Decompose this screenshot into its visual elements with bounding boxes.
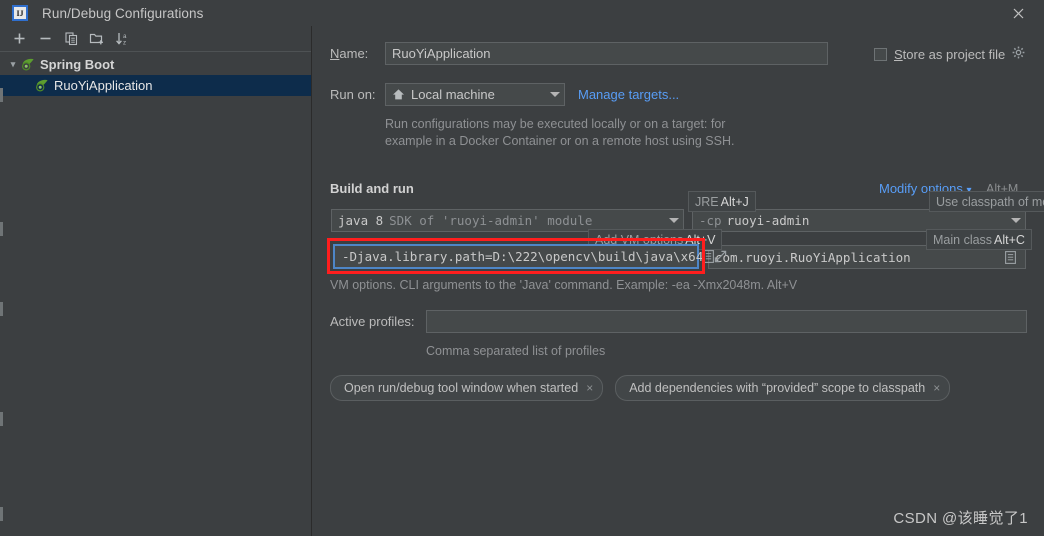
new-folder-button[interactable] xyxy=(84,28,110,50)
jre-value: java 8 xyxy=(338,213,384,228)
scrollbar-tick xyxy=(0,88,3,102)
tooltip-jre-label: JRE xyxy=(695,194,719,209)
sort-az-icon: a z xyxy=(115,33,127,46)
vm-options-list-icon[interactable] xyxy=(703,247,715,266)
spring-boot-icon xyxy=(20,58,36,72)
vm-options-expand-icon[interactable] xyxy=(714,247,727,266)
spring-leaf-glyph xyxy=(36,79,48,91)
run-on-value: Local machine xyxy=(411,87,495,102)
tooltip-use-classpath-label: Use classpath of module xyxy=(936,194,1044,209)
document-list-glyph xyxy=(1005,250,1016,264)
vm-options-hint: VM options. CLI arguments to the 'Java' … xyxy=(330,278,798,292)
configurations-sidebar: a z ▾ Spring Boot RuoYiApplication xyxy=(0,26,312,536)
copy-configuration-button[interactable] xyxy=(58,28,84,50)
name-input-value: RuoYiApplication xyxy=(392,46,491,61)
chip-label: Open run/debug tool window when started xyxy=(344,381,579,395)
document-list-glyph xyxy=(703,250,715,263)
tree-group-spring-boot[interactable]: ▾ Spring Boot xyxy=(0,54,311,75)
sidebar-scrollbar[interactable] xyxy=(0,52,3,536)
name-row: Name: xyxy=(330,46,368,61)
chip-label: Add dependencies with “provided” scope t… xyxy=(629,381,926,395)
store-as-project-file-label: Store as project file xyxy=(894,46,1006,62)
intellij-logo-icon: IJ xyxy=(12,5,28,21)
chevron-down-icon[interactable] xyxy=(550,92,560,97)
active-profiles-row: Active profiles: xyxy=(330,314,415,329)
tree-item-label: RuoYiApplication xyxy=(54,78,153,93)
tooltip-main-class-shortcut: Alt+C xyxy=(994,232,1025,247)
main-class-browse-icon[interactable] xyxy=(1002,248,1019,267)
chip-open-run-debug-tool-window[interactable]: Open run/debug tool window when started … xyxy=(330,375,604,401)
vm-options-value: -Djava.library.path=D:\222\opencv\build\… xyxy=(342,249,704,264)
scrollbar-tick xyxy=(0,222,3,236)
active-profiles-input[interactable] xyxy=(426,310,1027,333)
name-label: Name: xyxy=(330,46,369,61)
home-glyph xyxy=(393,89,404,100)
tooltip-jre: JRE Alt+J xyxy=(688,191,756,212)
chevron-down-icon[interactable] xyxy=(669,218,679,223)
add-configuration-button[interactable] xyxy=(6,28,32,50)
copy-icon xyxy=(64,32,77,46)
manage-targets-link[interactable]: Manage targets... xyxy=(578,87,679,102)
scrollbar-tick xyxy=(0,507,3,521)
main-class-value: com.ruoyi.RuoYiApplication xyxy=(715,249,911,265)
tree-group-label: Spring Boot xyxy=(40,57,115,72)
title-bar: IJ Run/Debug Configurations xyxy=(0,0,1044,26)
active-profiles-label: Active profiles: xyxy=(330,314,415,329)
run-on-hint: Run configurations may be executed local… xyxy=(385,117,735,148)
scrollbar-tick xyxy=(0,302,3,316)
folder-add-icon xyxy=(89,33,103,45)
tooltip-jre-shortcut: Alt+J xyxy=(720,194,749,209)
spring-boot-icon xyxy=(34,79,50,93)
run-on-label: Run on: xyxy=(330,87,376,102)
tree-item-ruoyiapplication[interactable]: RuoYiApplication xyxy=(0,75,311,96)
window-title: Run/Debug Configurations xyxy=(42,5,204,21)
chevron-down-icon[interactable] xyxy=(1011,218,1021,223)
configurations-tree: ▾ Spring Boot RuoYiApplication xyxy=(0,52,311,96)
remove-configuration-button[interactable] xyxy=(32,28,58,50)
jre-value-description: SDK of 'ruoyi-admin' module xyxy=(389,213,593,228)
run-on-row: Run on: xyxy=(330,87,376,102)
chip-remove-icon[interactable]: × xyxy=(933,381,940,395)
store-as-project-file-checkbox[interactable] xyxy=(874,47,887,61)
name-input[interactable]: RuoYiApplication xyxy=(385,42,828,65)
sort-configurations-button[interactable]: a z xyxy=(110,28,136,50)
build-and-run-title: Build and run xyxy=(330,181,414,196)
minus-icon xyxy=(40,37,50,40)
close-glyph xyxy=(1013,8,1023,18)
chevron-down-icon[interactable]: ▾ xyxy=(6,59,20,70)
expand-arrows-glyph xyxy=(715,250,727,263)
run-on-combobox[interactable]: Local machine xyxy=(385,83,565,106)
tooltip-main-class: Main class Alt+C xyxy=(926,229,1032,250)
gear-icon[interactable] xyxy=(1012,46,1025,62)
tooltip-main-class-label: Main class xyxy=(933,232,993,247)
plus-icon xyxy=(14,33,24,44)
scrollbar-tick xyxy=(0,412,3,426)
classpath-module-value: ruoyi-admin xyxy=(726,213,810,228)
classpath-prefix: -cp xyxy=(699,213,722,228)
chip-add-provided-scope-dependencies[interactable]: Add dependencies with “provided” scope t… xyxy=(615,375,951,401)
svg-text:z: z xyxy=(123,39,126,46)
run-debug-configurations-dialog: IJ Run/Debug Configurations a z ▾ Spring… xyxy=(0,0,1044,536)
configuration-form: Name: RuoYiApplication Store as project … xyxy=(313,26,1044,536)
gear-glyph xyxy=(1012,46,1025,59)
tooltip-use-classpath-of-module: Use classpath of module Alt+O xyxy=(929,191,1044,212)
store-as-project-file-row[interactable]: Store as project file xyxy=(874,46,1025,62)
options-chip-list: Open run/debug tool window when started … xyxy=(330,375,951,401)
spring-leaf-glyph xyxy=(22,58,34,70)
watermark: CSDN @该睡觉了1 xyxy=(893,510,1028,527)
vm-options-input[interactable]: -Djava.library.path=D:\222\opencv\build\… xyxy=(333,244,727,269)
chip-remove-icon[interactable]: × xyxy=(586,381,593,395)
active-profiles-hint: Comma separated list of profiles xyxy=(426,344,606,358)
close-icon[interactable] xyxy=(1000,0,1036,26)
local-machine-icon xyxy=(392,88,405,101)
sidebar-toolbar: a z xyxy=(0,26,311,52)
